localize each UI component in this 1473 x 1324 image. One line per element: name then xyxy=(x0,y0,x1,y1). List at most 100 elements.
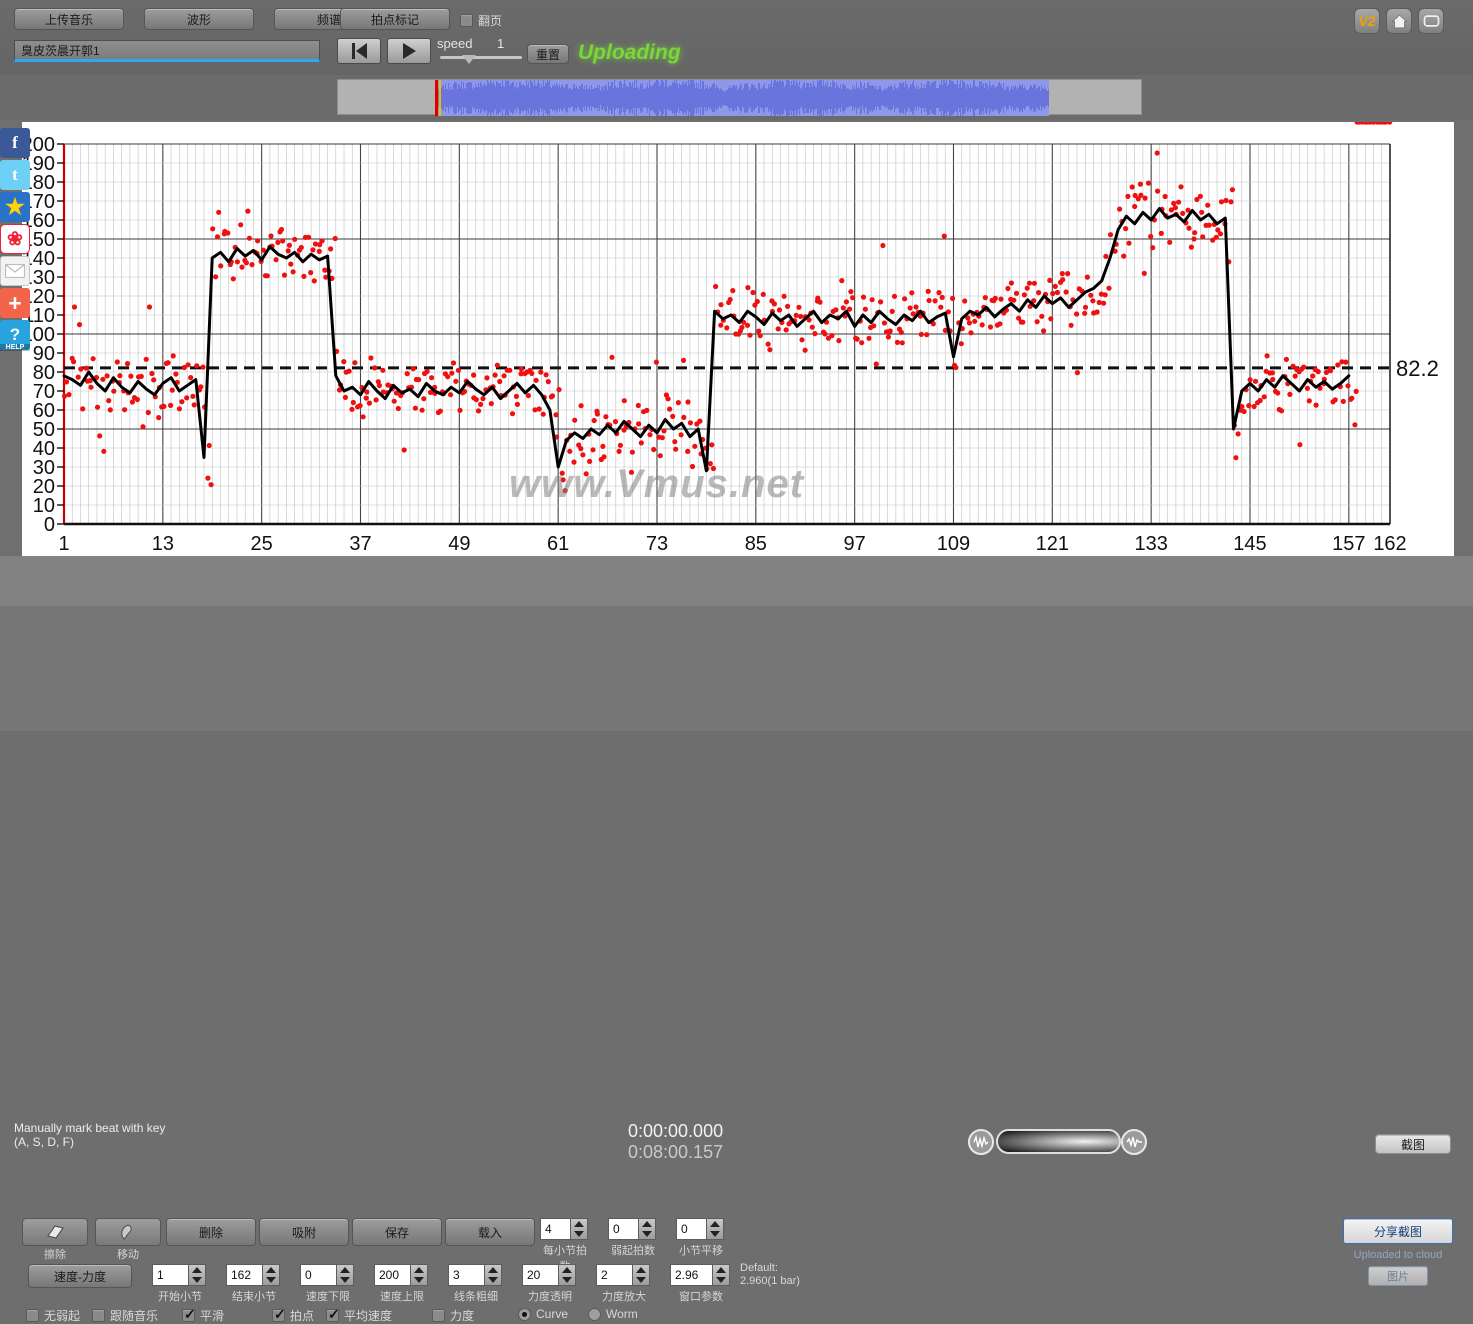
spinner-beats-per-bar-arrows[interactable] xyxy=(570,1218,588,1240)
upload-music-button[interactable]: 上传音乐 xyxy=(14,8,124,30)
spinner-dynamics-alpha-arrows[interactable] xyxy=(558,1264,576,1286)
chevron-up-icon[interactable] xyxy=(266,1267,276,1273)
spinner-pickup-beats-value[interactable]: 0 xyxy=(608,1218,638,1240)
spinner-pickup-beats[interactable]: 0 xyxy=(608,1218,656,1240)
chevron-up-icon[interactable] xyxy=(642,1221,652,1227)
checkbox-dynamics-box[interactable] xyxy=(432,1309,445,1322)
spinner-window-param[interactable]: 2.96 xyxy=(670,1264,730,1286)
facebook-icon[interactable]: f xyxy=(0,128,30,158)
beat-mark-button[interactable]: 拍点标记 xyxy=(340,8,450,30)
checkbox-average-tempo[interactable]: 平均速度 xyxy=(326,1306,392,1324)
chevron-up-icon[interactable] xyxy=(488,1267,498,1273)
chevron-down-icon[interactable] xyxy=(562,1277,572,1283)
spinner-tempo-max-arrows[interactable] xyxy=(410,1264,428,1286)
spinner-bar-shift[interactable]: 0 xyxy=(676,1218,724,1240)
weibo-icon[interactable]: ❀ xyxy=(0,224,30,254)
tempo-chart[interactable]: 0 10 20 30 40 50 60 70 80 90 100 110 120 130 140 150 160… xyxy=(22,122,1454,556)
radio-worm[interactable]: Worm xyxy=(588,1307,638,1321)
checkbox-average-tempo-box[interactable] xyxy=(326,1306,340,1323)
radio-curve[interactable]: Curve xyxy=(518,1307,568,1321)
radio-worm-dot[interactable] xyxy=(588,1307,601,1321)
spinner-bar-shift-value[interactable]: 0 xyxy=(676,1218,706,1240)
waveform-button[interactable]: 波形 xyxy=(144,8,254,30)
spinner-pickup-beats-arrows[interactable] xyxy=(638,1218,656,1240)
absorb-button[interactable]: 吸附 xyxy=(259,1218,349,1246)
spinner-bar-shift-arrows[interactable] xyxy=(706,1218,724,1240)
cloud-image-button[interactable]: 图片 xyxy=(1368,1266,1428,1286)
spinner-tempo-min-value[interactable]: 0 xyxy=(300,1264,336,1286)
fullscreen-icon[interactable] xyxy=(1418,8,1444,34)
chevron-down-icon[interactable] xyxy=(574,1231,584,1237)
speed-dynamics-button[interactable]: 速度-力度 xyxy=(28,1264,132,1288)
chevron-down-icon[interactable] xyxy=(266,1277,276,1283)
speed-slider[interactable] xyxy=(440,56,522,59)
share-screenshot-button[interactable]: 分享截图 xyxy=(1343,1218,1453,1244)
share-plus-icon[interactable]: + xyxy=(0,288,30,318)
radio-curve-dot[interactable] xyxy=(518,1307,531,1321)
chevron-down-icon[interactable] xyxy=(488,1277,498,1283)
home-icon[interactable] xyxy=(1386,8,1412,34)
spinner-window-param-arrows[interactable] xyxy=(712,1264,730,1286)
spinner-beats-per-bar[interactable]: 4 xyxy=(540,1218,588,1240)
chevron-down-icon[interactable] xyxy=(716,1277,726,1283)
waveform-audio-region[interactable] xyxy=(436,80,1049,116)
checkbox-beats[interactable]: 拍点 xyxy=(272,1306,314,1324)
waveform-overview[interactable] xyxy=(337,79,1142,116)
move-tool-button[interactable] xyxy=(95,1218,161,1246)
spinner-dynamics-alpha[interactable]: 20 xyxy=(522,1264,576,1286)
checkbox-no-pickup-box[interactable] xyxy=(26,1309,39,1322)
screenshot-button[interactable]: 截图 xyxy=(1375,1134,1451,1154)
tempo-chart-svg[interactable]: 0102030405060708090100110120130140150160… xyxy=(22,122,1454,556)
spinner-line-width-value[interactable]: 3 xyxy=(448,1264,484,1286)
email-icon[interactable] xyxy=(0,256,30,286)
erase-tool-button[interactable] xyxy=(22,1218,88,1246)
spinner-tempo-min[interactable]: 0 xyxy=(300,1264,354,1286)
checkbox-smooth[interactable]: 平滑 xyxy=(182,1306,224,1324)
chevron-up-icon[interactable] xyxy=(710,1221,720,1227)
jump-to-start-button[interactable] xyxy=(337,38,381,64)
volume-high-icon[interactable] xyxy=(1121,1129,1147,1155)
checkbox-no-pickup[interactable]: 无弱起 xyxy=(26,1307,80,1324)
checkbox-beats-box[interactable] xyxy=(272,1306,286,1323)
selection-marker[interactable] xyxy=(439,80,441,116)
flip-page-checkbox[interactable]: 翻页 xyxy=(460,12,502,29)
chevron-up-icon[interactable] xyxy=(636,1267,646,1273)
speed-slider-thumb[interactable] xyxy=(462,55,476,64)
load-button[interactable]: 载入 xyxy=(445,1218,535,1246)
spinner-line-width[interactable]: 3 xyxy=(448,1264,502,1286)
spinner-start-bar-arrows[interactable] xyxy=(188,1264,206,1286)
chevron-up-icon[interactable] xyxy=(574,1221,584,1227)
volume-low-icon[interactable] xyxy=(968,1129,994,1155)
spinner-tempo-min-arrows[interactable] xyxy=(336,1264,354,1286)
spinner-start-bar-value[interactable]: 1 xyxy=(152,1264,188,1286)
twitter-icon[interactable]: t xyxy=(0,160,30,190)
track-title-input[interactable]: 臭皮茨晨开郭1 xyxy=(14,40,320,62)
help-icon[interactable]: ? HELP xyxy=(0,320,30,351)
qzone-icon[interactable]: ★ xyxy=(0,192,30,222)
spinner-tempo-max[interactable]: 200 xyxy=(374,1264,428,1286)
delete-button[interactable]: 删除 xyxy=(166,1218,256,1246)
spinner-line-width-arrows[interactable] xyxy=(484,1264,502,1286)
spinner-window-param-value[interactable]: 2.96 xyxy=(670,1264,712,1286)
chevron-up-icon[interactable] xyxy=(340,1267,350,1273)
spinner-end-bar-arrows[interactable] xyxy=(262,1264,280,1286)
chevron-up-icon[interactable] xyxy=(414,1267,424,1273)
play-button[interactable] xyxy=(387,38,431,64)
flip-page-checkbox-box[interactable] xyxy=(460,14,473,27)
playhead-marker[interactable] xyxy=(435,80,438,116)
checkbox-follow-music-box[interactable] xyxy=(92,1309,105,1322)
spinner-dynamics-scale-value[interactable]: 2 xyxy=(596,1264,632,1286)
spinner-end-bar[interactable]: 162 xyxy=(226,1264,280,1286)
volume-slider[interactable] xyxy=(996,1129,1121,1154)
spinner-end-bar-value[interactable]: 162 xyxy=(226,1264,262,1286)
v2-badge-icon[interactable]: V2 xyxy=(1354,8,1380,34)
spinner-dynamics-scale-arrows[interactable] xyxy=(632,1264,650,1286)
chevron-down-icon[interactable] xyxy=(642,1231,652,1237)
spinner-start-bar[interactable]: 1 xyxy=(152,1264,206,1286)
chevron-down-icon[interactable] xyxy=(414,1277,424,1283)
chevron-up-icon[interactable] xyxy=(562,1267,572,1273)
checkbox-smooth-box[interactable] xyxy=(182,1306,196,1323)
checkbox-dynamics[interactable]: 力度 xyxy=(432,1307,474,1324)
spinner-dynamics-alpha-value[interactable]: 20 xyxy=(522,1264,558,1286)
spinner-beats-per-bar-value[interactable]: 4 xyxy=(540,1218,570,1240)
